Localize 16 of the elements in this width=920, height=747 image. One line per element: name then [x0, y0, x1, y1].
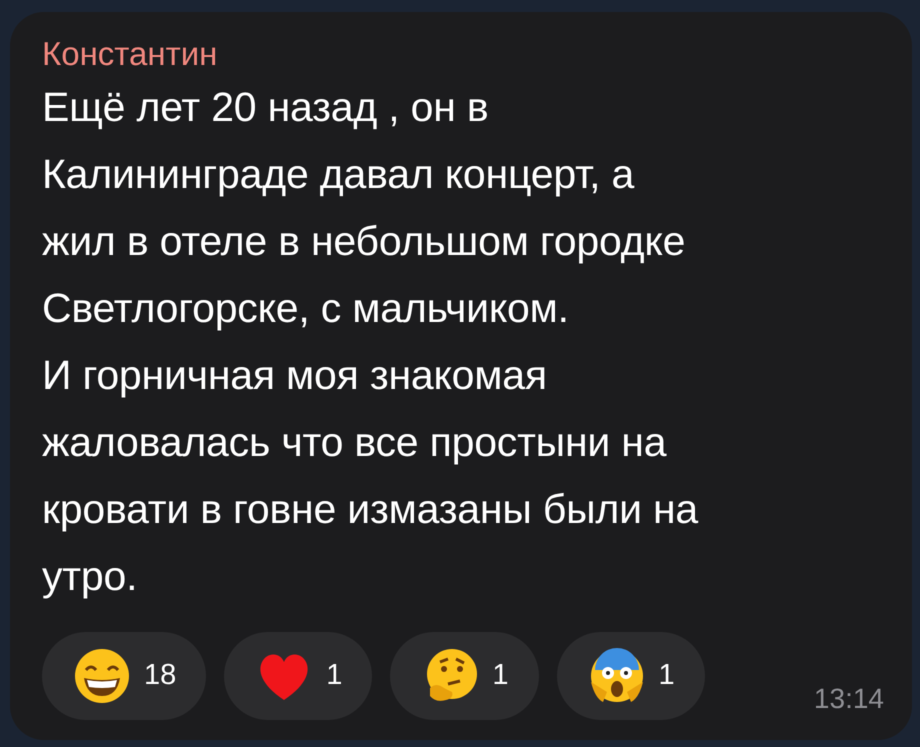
message-text: Светлогорске, с мальчиком. [42, 284, 570, 333]
grinning-face-icon [74, 648, 130, 704]
reaction-button[interactable]: 18 [42, 632, 206, 720]
message-text: Ещё лет 20 назад , он в [42, 82, 490, 132]
message-time: 13:14 [814, 682, 884, 716]
reaction-button[interactable]: 1 [390, 632, 539, 720]
reaction-button[interactable]: 1 [224, 632, 372, 720]
reaction-button[interactable]: 1 [556, 632, 705, 720]
screaming-face-icon [588, 648, 645, 704]
message-text: жаловалась что все простыни на [42, 418, 668, 467]
message-text: И горничная моя знакомая [42, 350, 548, 400]
message-text: кровати в говне измазаны были на [42, 484, 700, 534]
message-text: утро. [42, 552, 138, 601]
message-text: жил в отеле в небольшом городке [42, 216, 686, 266]
message-text: Калининграде давал концерт, а [42, 150, 636, 199]
sender-name[interactable]: Константин [42, 34, 882, 74]
